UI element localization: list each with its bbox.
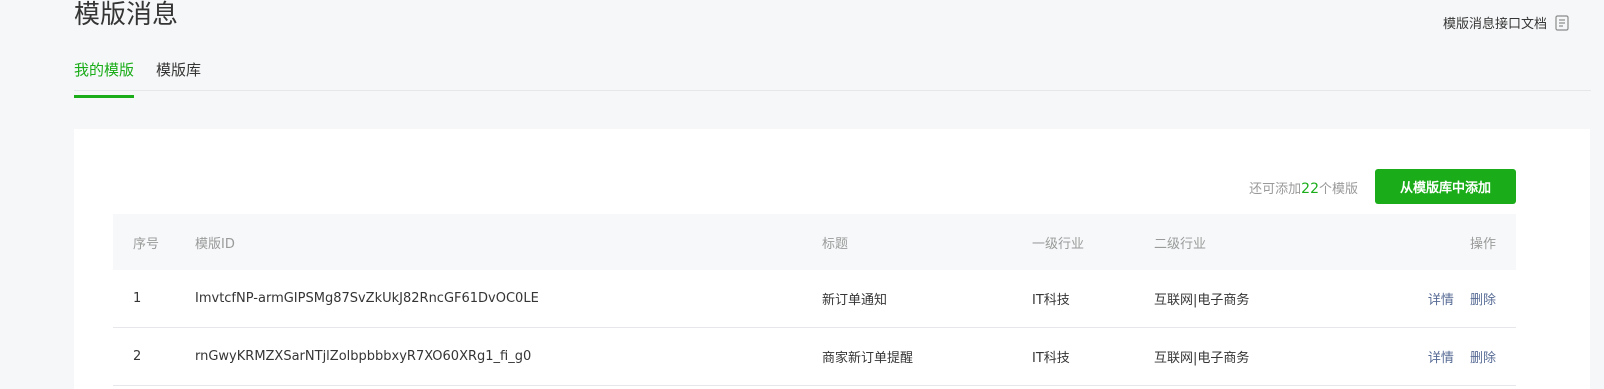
- templates-table: 序号 模版ID 标题 一级行业 二级行业 操作 1 ImvtcfNP-armGI…: [113, 214, 1516, 386]
- cell-title: 新订单通知: [822, 293, 888, 308]
- header-seq: 序号: [133, 236, 160, 252]
- header-ops: 操作: [1469, 236, 1496, 252]
- delete-link[interactable]: 删除: [1470, 293, 1496, 308]
- detail-link[interactable]: 详情: [1428, 293, 1454, 308]
- header-template-id: 模版ID: [195, 236, 235, 252]
- table-row: 1 ImvtcfNP-armGIPSMg87SvZkUkJ82RncGF61Dv…: [113, 270, 1516, 328]
- tab-my-templates[interactable]: 我的模版: [74, 56, 135, 98]
- header-industry-2: 二级行业: [1154, 236, 1207, 252]
- cell-template-id: ImvtcfNP-armGIPSMg87SvZkUkJ82RncGF61DvOC…: [195, 291, 539, 306]
- cell-industry-2: 互联网|电子商务: [1154, 351, 1250, 366]
- delete-link[interactable]: 删除: [1470, 351, 1496, 366]
- table-header: 序号 模版ID 标题 一级行业 二级行业 操作: [113, 214, 1516, 270]
- page-title: 模版消息: [74, 0, 179, 30]
- table-row: 2 rnGwyKRMZXSarNTjlZolbpbbbxyR7XO60XRg1_…: [113, 328, 1516, 386]
- cell-seq: 2: [133, 349, 142, 364]
- quota-count: 22: [1301, 181, 1319, 197]
- cell-template-id: rnGwyKRMZXSarNTjlZolbpbbbxyR7XO60XRg1_fi…: [195, 349, 532, 364]
- quota-prefix: 还可添加: [1249, 182, 1302, 197]
- cell-industry-2: 互联网|电子商务: [1154, 293, 1250, 308]
- tab-bar: 我的模版 模版库: [74, 56, 1591, 98]
- add-from-library-button[interactable]: 从模版库中添加: [1375, 169, 1516, 204]
- api-doc-link-label: 模版消息接口文档: [1442, 17, 1547, 32]
- cell-seq: 1: [133, 291, 142, 306]
- header-industry-1: 一级行业: [1032, 236, 1085, 252]
- template-quota: 还可添加22个模版: [1249, 178, 1358, 197]
- cell-ops: 详情 删除: [1354, 347, 1516, 366]
- cell-ops: 详情 删除: [1354, 289, 1516, 308]
- header-title: 标题: [822, 236, 849, 252]
- cell-industry-1: IT科技: [1032, 293, 1070, 308]
- quota-suffix: 个模版: [1318, 182, 1358, 197]
- cell-industry-1: IT科技: [1032, 351, 1070, 366]
- templates-panel: 还可添加22个模版 从模版库中添加 序号 模版ID 标题 一级行业 二级行业 操…: [74, 129, 1590, 389]
- document-icon: [1555, 14, 1569, 31]
- cell-title: 商家新订单提醒: [822, 351, 914, 366]
- api-doc-link[interactable]: 模版消息接口文档: [1443, 13, 1569, 32]
- tab-template-library[interactable]: 模版库: [156, 56, 201, 90]
- detail-link[interactable]: 详情: [1428, 351, 1454, 366]
